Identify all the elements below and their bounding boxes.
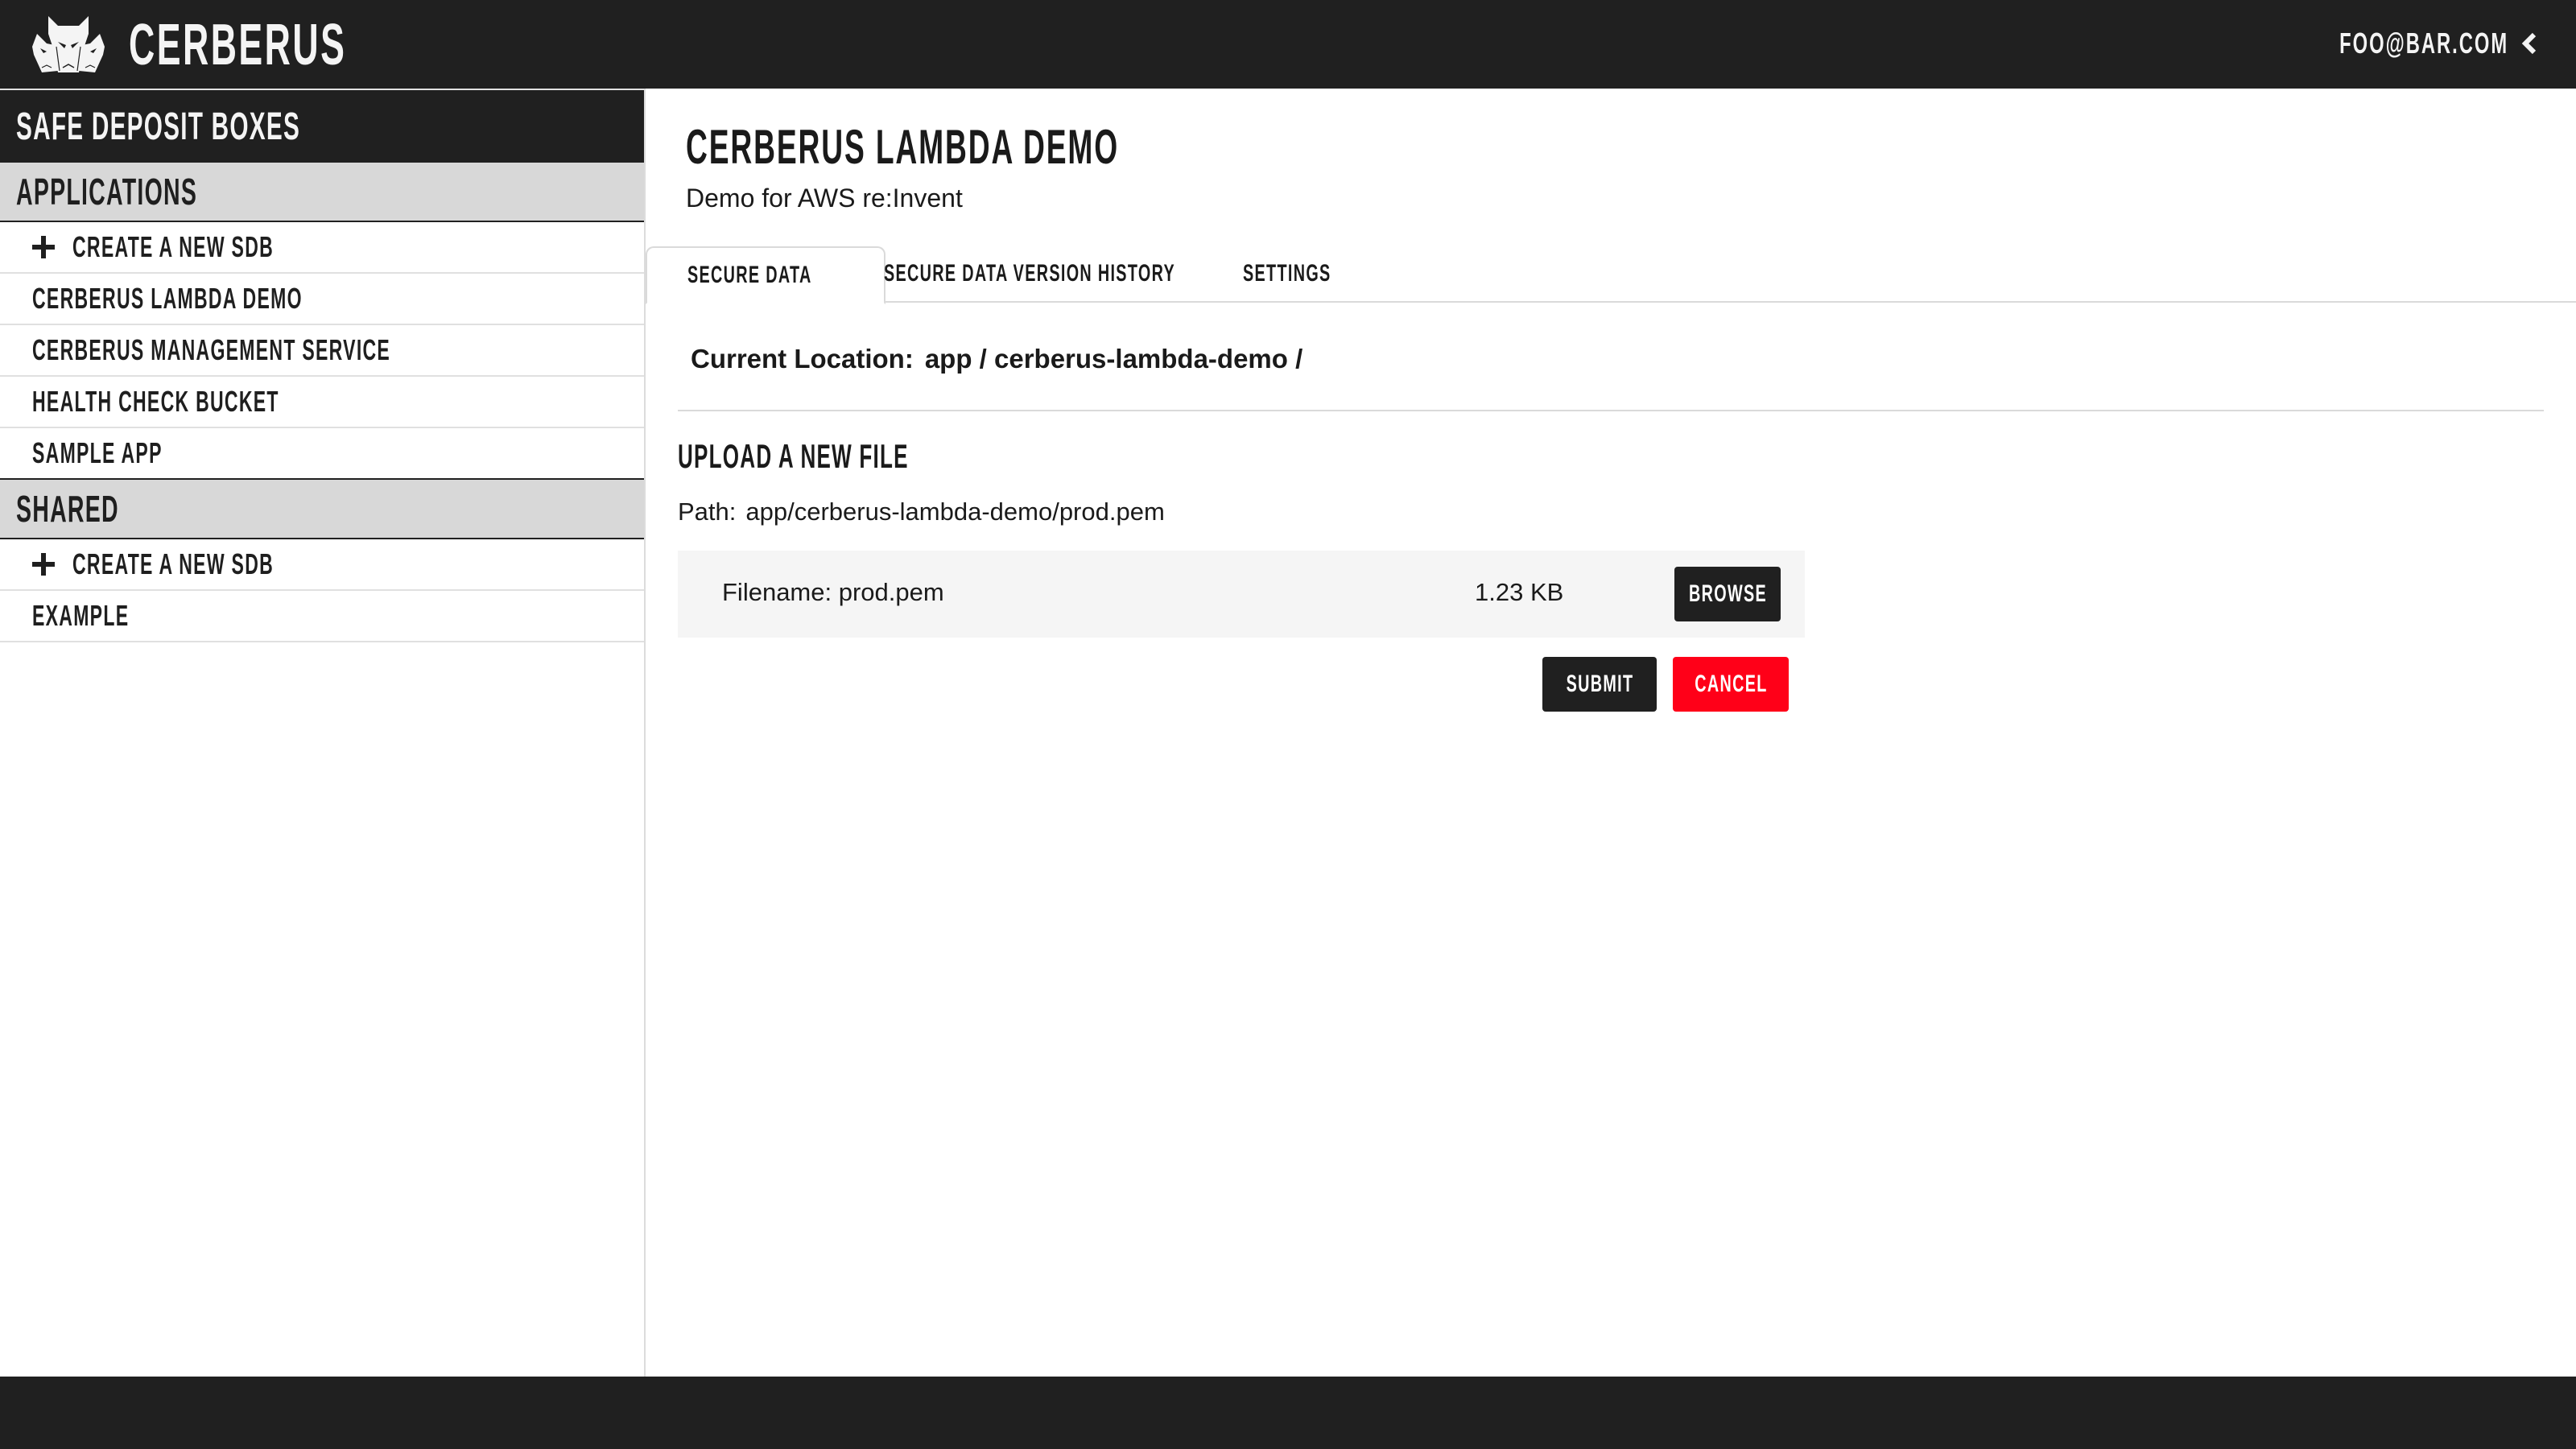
chevron-left-icon[interactable] (2521, 32, 2537, 55)
cancel-button-label: CANCEL (1694, 671, 1768, 697)
filename-text: Filename: prod.pem (722, 578, 944, 606)
brand-name[interactable]: CERBERUS (129, 16, 346, 74)
sidebar-item-label: CERBERUS MANAGEMENT SERVICE (32, 333, 391, 366)
tab-label: SETTINGS (1243, 260, 1331, 287)
file-upload-row: Filename: prod.pem 1.23 KB BROWSE (678, 551, 1805, 638)
sidebar-item-health-check-bucket[interactable]: HEALTH CHECK BUCKET (0, 377, 644, 428)
sidebar-item-label: SAMPLE APP (32, 436, 163, 469)
main-content: CERBERUS LAMBDA DEMO Demo for AWS re:Inv… (646, 89, 2576, 1377)
sidebar-item-sample-app[interactable]: SAMPLE APP (0, 428, 644, 478)
browse-button[interactable]: BROWSE (1674, 567, 1781, 621)
browse-button-label: BROWSE (1688, 580, 1767, 607)
top-navbar: CERBERUS FOO@BAR.COM (0, 0, 2576, 89)
submit-button[interactable]: SUBMIT (1542, 657, 1657, 712)
tab-bar: SECURE DATA SECURE DATA VERSION HISTORY … (646, 246, 2576, 304)
page-title: CERBERUS LAMBDA DEMO (686, 120, 1120, 174)
category-header-shared: SHARED (0, 478, 644, 539)
tab-label: SECURE DATA (687, 262, 812, 288)
tab-label: SECURE DATA VERSION HISTORY (884, 260, 1176, 287)
file-size: 1.23 KB (1475, 578, 1564, 606)
footer (0, 1377, 2576, 1449)
sidebar-item-label: CERBERUS LAMBDA DEMO (32, 282, 303, 315)
category-label: SHARED (16, 488, 119, 530)
category-header-applications: APPLICATIONS (0, 163, 644, 222)
sidebar-item-label: HEALTH CHECK BUCKET (32, 385, 279, 418)
create-sdb-shared-button[interactable]: CREATE A NEW SDB (0, 539, 644, 591)
sidebar-item-example[interactable]: EXAMPLE (0, 591, 644, 642)
cancel-button[interactable]: CANCEL (1673, 657, 1789, 712)
create-sdb-applications-button[interactable]: CREATE A NEW SDB (0, 222, 644, 274)
create-sdb-label: CREATE A NEW SDB (72, 547, 275, 580)
user-email[interactable]: FOO@BAR.COM (2339, 27, 2508, 60)
upload-path: Path: app/cerberus-lambda-demo/prod.pem (678, 496, 1165, 528)
plus-icon (32, 236, 55, 258)
path-value: app/cerberus-lambda-demo/prod.pem (745, 497, 1165, 526)
category-label: APPLICATIONS (16, 171, 198, 213)
sidebar-item-cerberus-lambda-demo[interactable]: CERBERUS LAMBDA DEMO (0, 274, 644, 325)
section-divider (678, 410, 2544, 411)
user-menu[interactable]: FOO@BAR.COM (2252, 26, 2537, 61)
tab-settings[interactable]: SETTINGS (1243, 246, 1377, 301)
current-location-label: Current Location: (691, 344, 914, 374)
sidebar-item-cerberus-management-service[interactable]: CERBERUS MANAGEMENT SERVICE (0, 325, 644, 377)
current-location: Current Location: app / cerberus-lambda-d… (691, 343, 1302, 375)
submit-button-label: SUBMIT (1566, 671, 1633, 697)
upload-section-title: UPLOAD A NEW FILE (678, 437, 909, 475)
tab-secure-data[interactable]: SECURE DATA (646, 246, 886, 304)
sidebar-item-label: EXAMPLE (32, 599, 130, 632)
sidebar-title-text: SAFE DEPOSIT BOXES (16, 105, 301, 148)
current-location-value: app / cerberus-lambda-demo / (924, 344, 1303, 374)
path-label: Path: (678, 497, 737, 526)
sidebar-title: SAFE DEPOSIT BOXES (0, 90, 644, 163)
plus-icon (32, 553, 55, 576)
create-sdb-label: CREATE A NEW SDB (72, 230, 275, 263)
sidebar: SAFE DEPOSIT BOXES APPLICATIONS CREATE A… (0, 89, 646, 1377)
cerberus-logo-icon[interactable] (31, 13, 106, 77)
sdb-description: Demo for AWS re:Invent (686, 184, 963, 213)
